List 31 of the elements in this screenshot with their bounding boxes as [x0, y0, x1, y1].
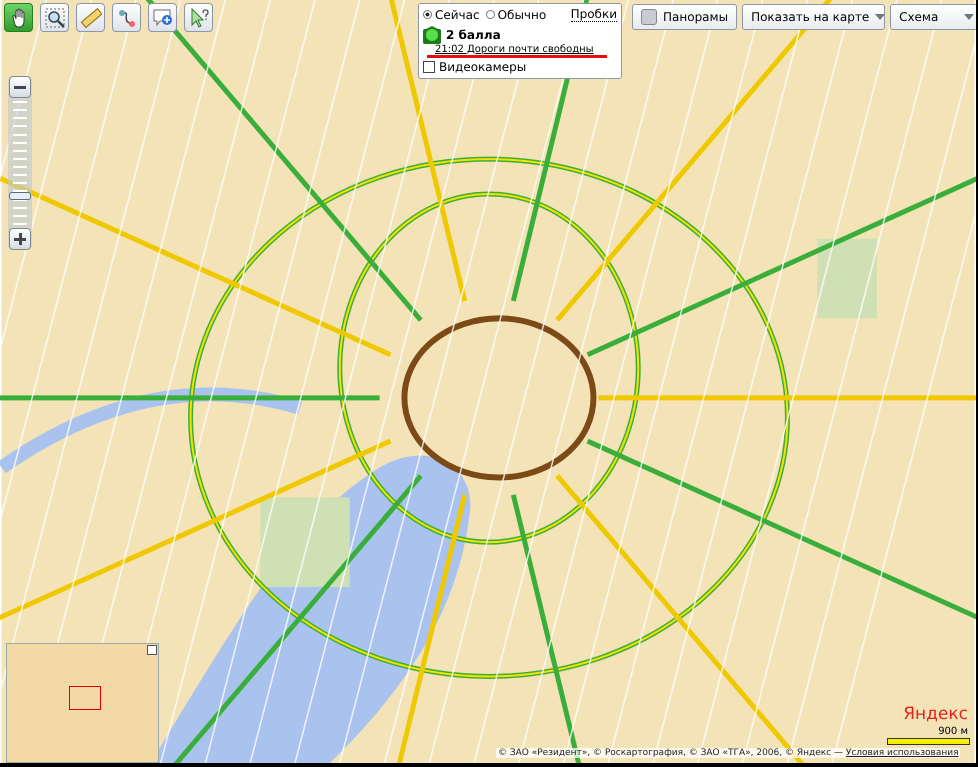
dropdown-button[interactable]: Схема	[890, 4, 976, 30]
radio-button[interactable]	[486, 10, 495, 19]
minus-icon	[14, 86, 26, 88]
traffic-light-icon	[423, 26, 441, 44]
ruler-icon	[80, 6, 102, 28]
tool-button[interactable]	[4, 3, 33, 32]
copyright-text: © ЗАО «Резидент», © Роскартография, © ЗАО «ТГА», 2006, © Яндекс — Условия использования	[496, 748, 960, 758]
magnifier-icon	[44, 6, 66, 28]
speech-bubble-plus-icon	[152, 6, 174, 28]
tool-button[interactable]	[40, 3, 69, 32]
radio-option[interactable]: Сейчас	[423, 8, 480, 22]
zoom-out-button[interactable]	[9, 76, 31, 98]
caret-icon	[964, 14, 974, 20]
minimize-button[interactable]	[147, 645, 157, 655]
panoramas-button[interactable]: Панорамы	[632, 4, 738, 30]
radio-option[interactable]: Обычно	[486, 8, 546, 22]
checkbox[interactable]	[423, 61, 435, 73]
tool-button[interactable]	[184, 3, 213, 32]
traffic-link[interactable]: Пробки	[570, 7, 617, 22]
checkbox-label: Видеокамеры	[439, 60, 526, 74]
tool-button[interactable]	[148, 3, 177, 32]
viewport-frame[interactable]	[69, 686, 101, 710]
yandex-logo: Яндекс	[903, 704, 968, 724]
scale-label: 900 м	[938, 726, 968, 737]
radio-button[interactable]	[423, 10, 432, 19]
traffic-score: 2 балла	[446, 28, 501, 42]
traffic-status-link[interactable]: 21:02 Дороги почти свободны	[435, 44, 617, 55]
zoom-in-button[interactable]	[9, 228, 31, 250]
dropdown-button[interactable]: Показать на карте	[742, 4, 886, 30]
terms-link[interactable]: Условия использования	[846, 748, 958, 758]
panorama-icon	[641, 9, 657, 25]
